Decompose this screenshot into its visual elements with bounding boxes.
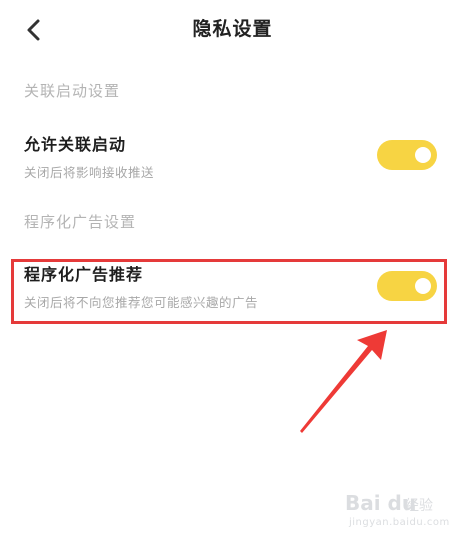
- setting-description: 关闭后将影响接收推送: [24, 165, 155, 180]
- section-header-linked-launch: 关联启动设置: [24, 82, 121, 100]
- section-header-programmatic-ads: 程序化广告设置: [24, 213, 137, 231]
- watermark-text: 经验: [405, 498, 433, 514]
- baidu-watermark: Bai du 经验 jingyan.baidu.com: [345, 491, 455, 539]
- privacy-settings-screen: 隐私设置 关联启动设置 允许关联启动 关闭后将影响接收推送 程序化广告设置 程序…: [0, 0, 465, 544]
- toggle-knob: [415, 278, 431, 294]
- allow-linked-launch-toggle[interactable]: [377, 140, 437, 170]
- setting-title: 允许关联启动: [24, 135, 127, 154]
- toggle-knob: [415, 147, 431, 163]
- watermark-sub: jingyan.baidu.com: [349, 517, 450, 528]
- page-title: 隐私设置: [192, 18, 273, 40]
- setting-description: 关闭后将不向您推荐您可能感兴趣的广告: [24, 295, 259, 310]
- setting-title: 程序化广告推荐: [24, 265, 144, 284]
- programmatic-ad-toggle[interactable]: [377, 271, 437, 301]
